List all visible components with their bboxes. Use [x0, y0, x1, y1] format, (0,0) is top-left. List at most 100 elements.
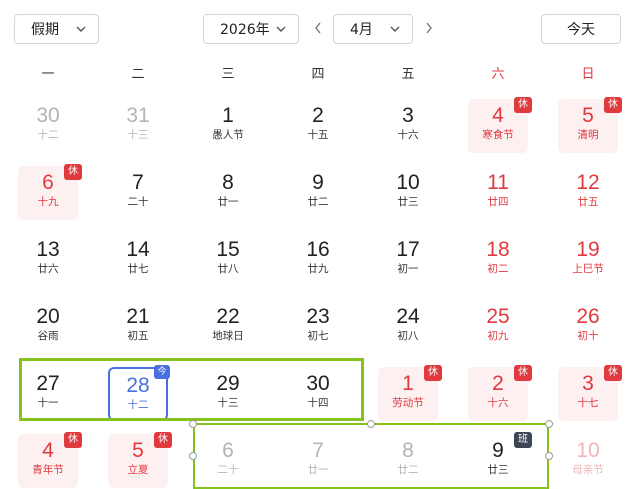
day-number: 20: [36, 305, 60, 328]
day-cell[interactable]: 1 愚人节: [198, 99, 258, 153]
rest-day-badge: 休: [604, 365, 622, 381]
day-cell[interactable]: 15 廿八: [198, 233, 258, 287]
day-cell[interactable]: 25 初九: [468, 300, 528, 354]
lunar-label: 初二: [487, 263, 509, 275]
weekday-label: 六: [491, 67, 505, 82]
day-cell[interactable]: 18 初二: [468, 233, 528, 287]
today-button-label: 今天: [567, 22, 595, 38]
day-number: 15: [216, 238, 240, 261]
rest-day-badge: 休: [514, 365, 532, 381]
lunar-label: 十六: [397, 129, 419, 141]
day-cell[interactable]: 5 立夏休: [108, 432, 172, 488]
year-select[interactable]: 2026年: [203, 14, 299, 44]
day-cell[interactable]: 4 寒食节休: [468, 97, 532, 153]
lunar-label: 初十: [577, 330, 599, 342]
month-select[interactable]: 4月: [333, 14, 413, 44]
day-cell[interactable]: 16 廿九: [288, 233, 348, 287]
lunar-label: 十六: [487, 397, 509, 409]
rest-day-badge: 休: [514, 97, 532, 113]
day-cell[interactable]: 12 廿五: [558, 166, 618, 220]
today-button[interactable]: 今天: [541, 14, 621, 44]
day-cell[interactable]: 31 十三: [108, 99, 168, 153]
day-number: 17: [396, 238, 420, 261]
day-cell[interactable]: 26 初十: [558, 300, 618, 354]
day-number: 24: [396, 305, 420, 328]
day-number: 2: [312, 104, 324, 127]
rest-day-badge: 休: [424, 365, 442, 381]
day-cell[interactable]: 6 十九休: [18, 164, 82, 220]
day-cell[interactable]: 20 谷雨: [18, 300, 78, 354]
day-cell[interactable]: 10 母亲节: [558, 434, 618, 488]
lunar-label: 二十: [127, 196, 149, 208]
lunar-label: 十三: [127, 129, 149, 141]
selection-box-range[interactable]: [193, 423, 549, 489]
resize-handle[interactable]: [545, 420, 553, 428]
lunar-label: 初八: [397, 330, 419, 342]
lunar-label: 廿七: [127, 263, 149, 275]
lunar-label: 初九: [487, 330, 509, 342]
day-number: 18: [486, 238, 510, 261]
next-month-arrow-icon[interactable]: [423, 20, 435, 36]
holiday-select[interactable]: 假期: [14, 14, 99, 44]
day-number: 12: [576, 171, 600, 194]
resize-handle[interactable]: [189, 452, 197, 460]
day-cell[interactable]: 3 十六: [378, 99, 438, 153]
prev-month-arrow-icon[interactable]: [312, 20, 324, 36]
day-number: 8: [222, 171, 234, 194]
day-cell[interactable]: 24 初八: [378, 300, 438, 354]
lunar-label: 廿四: [487, 196, 509, 208]
day-cell[interactable]: 2 十五: [288, 99, 348, 153]
lunar-label: 廿二: [307, 196, 329, 208]
day-cell[interactable]: 21 初五: [108, 300, 168, 354]
resize-handle[interactable]: [367, 420, 375, 428]
lunar-label: 上巳节: [572, 263, 604, 275]
day-number: 14: [126, 238, 150, 261]
lunar-label: 谷雨: [37, 330, 59, 342]
lunar-label: 廿九: [307, 263, 329, 275]
day-cell[interactable]: 13 廿六: [18, 233, 78, 287]
day-cell[interactable]: 9 廿二: [288, 166, 348, 220]
lunar-label: 廿一: [217, 196, 239, 208]
day-cell[interactable]: 1 劳动节休: [378, 365, 442, 421]
day-cell[interactable]: 23 初七: [288, 300, 348, 354]
day-number: 11: [487, 171, 509, 194]
day-cell[interactable]: 5 清明休: [558, 97, 622, 153]
day-cell[interactable]: 19 上巳节: [558, 233, 618, 287]
lunar-label: 廿八: [217, 263, 239, 275]
day-number: 30: [36, 104, 60, 127]
day-cell[interactable]: 3 十七休: [558, 365, 622, 421]
lunar-label: 廿五: [577, 196, 599, 208]
day-number: 10: [396, 171, 420, 194]
day-number: 22: [216, 305, 240, 328]
day-cell[interactable]: 8 廿一: [198, 166, 258, 220]
day-cell[interactable]: 2 十六休: [468, 365, 532, 421]
lunar-label: 寒食节: [482, 129, 514, 141]
day-cell[interactable]: 14 廿七: [108, 233, 168, 287]
lunar-label: 初一: [397, 263, 419, 275]
holiday-select-value: 假期: [31, 22, 59, 38]
lunar-label: 十七: [577, 397, 599, 409]
weekday-label: 二: [131, 67, 145, 82]
day-cell[interactable]: 10 廿三: [378, 166, 438, 220]
day-cell[interactable]: 30 十二: [18, 99, 78, 153]
lunar-label: 青年节: [32, 464, 64, 476]
selection-box-week: [19, 358, 364, 421]
day-cell[interactable]: 11 廿四: [468, 166, 528, 220]
lunar-label: 廿三: [397, 196, 419, 208]
resize-handle[interactable]: [189, 420, 197, 428]
day-cell[interactable]: 4 青年节休: [18, 432, 82, 488]
chevron-down-icon: [390, 26, 400, 32]
weekday-label: 一: [41, 67, 55, 82]
lunar-label: 初七: [307, 330, 329, 342]
day-number: 21: [126, 305, 150, 328]
day-number: 13: [36, 238, 60, 261]
lunar-label: 立夏: [127, 464, 149, 476]
day-number: 26: [576, 305, 600, 328]
resize-handle[interactable]: [545, 452, 553, 460]
day-cell[interactable]: 7 二十: [108, 166, 168, 220]
day-cell[interactable]: 22 地球日: [198, 300, 258, 354]
day-number: 1: [222, 104, 234, 127]
day-cell[interactable]: 17 初一: [378, 233, 438, 287]
chevron-down-icon: [276, 26, 286, 32]
rest-day-badge: 休: [64, 432, 82, 448]
